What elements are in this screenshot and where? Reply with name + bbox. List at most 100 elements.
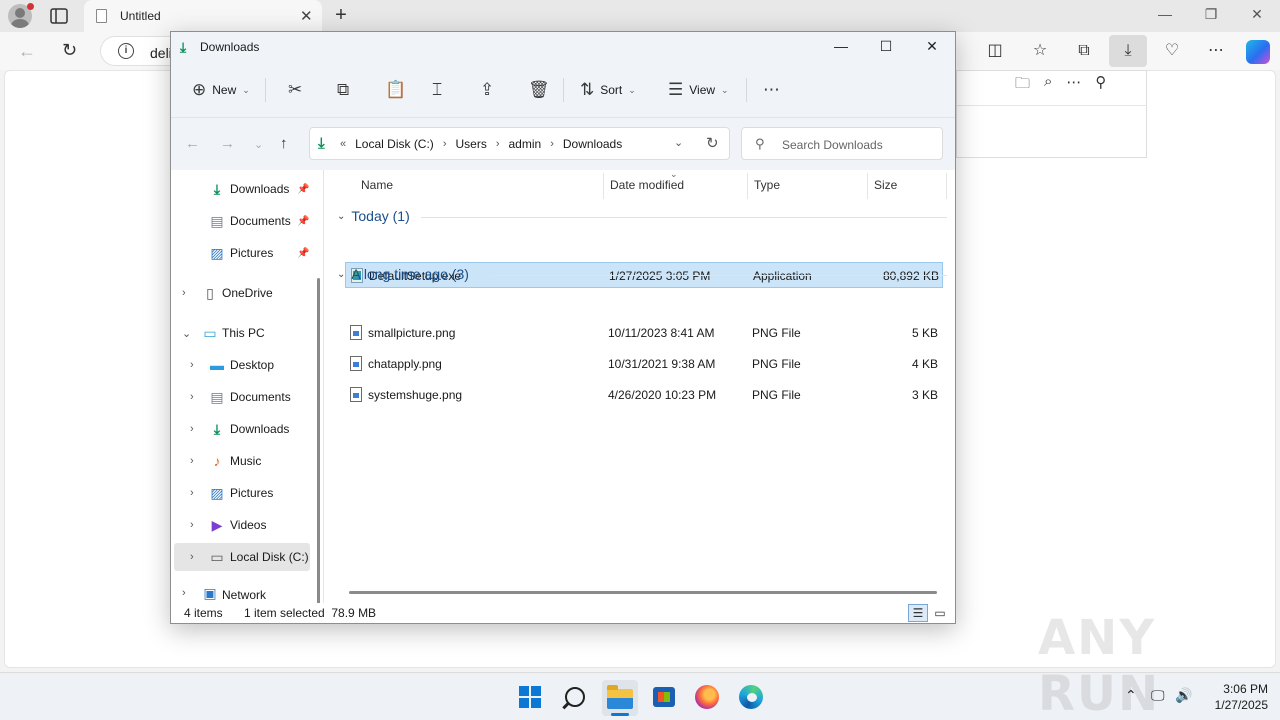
chevron-down-icon[interactable]: ⌄ <box>182 327 191 340</box>
nav-item-local-disk[interactable]: › ▭ Local Disk (C:) <box>174 543 310 571</box>
edge-button[interactable] <box>735 681 767 713</box>
file-name: systemshuge.png <box>368 388 463 402</box>
favorites-icon[interactable]: ☆ <box>1029 40 1051 62</box>
delete-button[interactable]: 🗑 <box>528 80 550 100</box>
horizontal-scrollbar[interactable] <box>349 591 937 594</box>
minimize-button[interactable]: — <box>830 38 852 54</box>
forward-icon[interactable]: → <box>220 135 235 152</box>
close-button[interactable]: ✕ <box>1242 6 1272 23</box>
nav-item-pictures[interactable]: › ▨ Pictures <box>174 479 310 507</box>
more-icon[interactable]: ⋯ <box>1066 73 1081 99</box>
paste-button[interactable]: 📋 <box>385 80 406 100</box>
group-header-today[interactable]: ⌄ Today (1) <box>337 208 410 224</box>
copilot-icon[interactable] <box>1246 40 1270 64</box>
open-folder-icon[interactable]: 🗀 <box>1015 73 1030 99</box>
table-row[interactable]: smallpicture.png 10/11/2023 8:41 AM PNG … <box>345 320 943 346</box>
nav-item-videos[interactable]: › ▶ Videos <box>174 511 310 539</box>
search-button[interactable] <box>559 681 591 713</box>
breadcrumb-item[interactable]: Local Disk (C:) <box>355 137 434 151</box>
breadcrumb[interactable]: ⤓ « Local Disk (C:) › Users › admin › Do… <box>309 127 730 160</box>
breadcrumb-item[interactable]: admin <box>509 137 542 151</box>
share-button[interactable]: ⇪ <box>480 80 494 100</box>
tiles-view-icon[interactable]: ▭ <box>930 604 950 622</box>
chevron-right-icon[interactable]: › <box>190 551 194 563</box>
sort-button[interactable]: ⇅ Sort ⌄ <box>580 80 636 100</box>
info-icon[interactable]: i <box>118 43 134 59</box>
column-header-type[interactable]: Type <box>754 178 780 210</box>
column-divider[interactable] <box>747 173 748 199</box>
firefox-button[interactable] <box>691 681 723 713</box>
table-row[interactable]: systemshuge.png 4/26/2020 10:23 PM PNG F… <box>345 382 943 408</box>
rename-button[interactable]: ⌶ <box>432 80 442 100</box>
more-icon[interactable]: ⋯ <box>1205 40 1227 62</box>
column-header-date[interactable]: Date modified <box>610 178 684 210</box>
refresh-icon[interactable]: ↻ <box>706 134 719 152</box>
chevron-right-icon[interactable]: › <box>496 138 500 150</box>
up-icon[interactable]: ↑ <box>280 135 288 152</box>
column-divider[interactable] <box>946 173 947 199</box>
back-icon[interactable]: ← <box>185 135 200 152</box>
chevron-right-icon[interactable]: › <box>190 487 194 499</box>
nav-item-documents[interactable]: › ▤ Documents <box>174 383 310 411</box>
nav-item-music[interactable]: › ♪ Music <box>174 447 310 475</box>
browser-essentials-icon[interactable]: ♡ <box>1161 40 1183 62</box>
nav-item-documents-quick[interactable]: ▤ Documents 📌 <box>174 207 310 235</box>
collections-icon[interactable]: ⧉ <box>1073 40 1095 62</box>
pin-icon[interactable]: ⚲ <box>1095 73 1106 99</box>
overflow-icon[interactable]: « <box>340 138 346 150</box>
copy-button[interactable]: ⧉ <box>337 80 349 100</box>
chevron-right-icon[interactable]: › <box>190 359 194 371</box>
browser-tab[interactable]: Untitled ✕ <box>84 0 322 32</box>
nav-item-onedrive[interactable]: › ▯ OneDrive <box>174 279 310 307</box>
maximize-button[interactable]: ☐ <box>875 38 897 55</box>
table-row[interactable]: chatapply.png 10/31/2021 9:38 AM PNG Fil… <box>345 351 943 377</box>
downloads-icon[interactable]: ⤓ <box>1109 35 1147 67</box>
tab-actions-icon[interactable] <box>50 8 68 24</box>
nav-item-desktop[interactable]: › ▬ Desktop <box>174 351 310 379</box>
minimize-button[interactable]: — <box>1150 6 1180 22</box>
column-header-name[interactable]: Name <box>361 178 393 210</box>
column-divider[interactable] <box>867 173 868 199</box>
close-tab-icon[interactable]: ✕ <box>300 7 313 25</box>
nav-item-this-pc[interactable]: ⌄ ▭ This PC <box>174 319 310 347</box>
chevron-right-icon[interactable]: › <box>550 138 554 150</box>
search-icon[interactable]: ⌕ <box>1044 73 1052 99</box>
breadcrumb-item[interactable]: Users <box>455 137 486 151</box>
cut-button[interactable]: ✂ <box>288 80 302 100</box>
restore-button[interactable]: ❐ <box>1196 6 1226 23</box>
group-header-long-ago[interactable]: ⌄ A long time ago (3) <box>337 266 469 282</box>
back-icon[interactable]: ← <box>18 41 36 62</box>
search-input[interactable]: ⚲ Search Downloads <box>741 127 943 160</box>
close-button[interactable]: ✕ <box>921 38 943 55</box>
refresh-icon[interactable]: ↻ <box>62 40 77 61</box>
chevron-down-icon[interactable]: ⌄ <box>674 136 683 149</box>
column-divider[interactable] <box>603 173 604 199</box>
chevron-right-icon[interactable]: › <box>190 519 194 531</box>
breadcrumb-item[interactable]: Downloads <box>563 137 622 151</box>
see-more-button[interactable]: ⋯ <box>763 80 780 100</box>
nav-item-downloads[interactable]: › ⤓ Downloads <box>174 415 310 443</box>
chevron-right-icon[interactable]: › <box>443 138 447 150</box>
details-view-icon[interactable]: ☰ <box>908 604 928 622</box>
nav-item-downloads-quick[interactable]: ⤓ Downloads 📌 <box>174 175 310 203</box>
file-explorer-button[interactable] <box>602 680 638 716</box>
new-button[interactable]: ⊕ New ⌄ <box>192 80 250 100</box>
chevron-right-icon[interactable]: › <box>190 455 194 467</box>
new-tab-button[interactable]: + <box>330 4 352 27</box>
chevron-right-icon[interactable]: › <box>182 287 186 299</box>
store-button[interactable] <box>648 681 680 713</box>
title-bar[interactable]: ⤓ Downloads — ☐ ✕ <box>171 32 955 62</box>
nav-item-network[interactable]: › ▣ Network <box>174 583 310 603</box>
column-header-size[interactable]: Size <box>874 178 897 210</box>
chevron-down-icon[interactable]: ⌄ <box>337 269 345 280</box>
chevron-right-icon[interactable]: › <box>190 423 194 435</box>
start-button[interactable] <box>514 681 546 713</box>
chevron-right-icon[interactable]: › <box>182 587 186 599</box>
scrollbar[interactable] <box>317 278 320 608</box>
recent-locations-icon[interactable]: ⌄ <box>254 138 263 151</box>
view-button[interactable]: ☰ View ⌄ <box>668 80 729 100</box>
chevron-right-icon[interactable]: › <box>190 391 194 403</box>
chevron-down-icon[interactable]: ⌄ <box>337 211 345 222</box>
split-screen-icon[interactable]: ◫ <box>984 40 1006 62</box>
nav-item-pictures-quick[interactable]: ▨ Pictures 📌 <box>174 239 310 267</box>
